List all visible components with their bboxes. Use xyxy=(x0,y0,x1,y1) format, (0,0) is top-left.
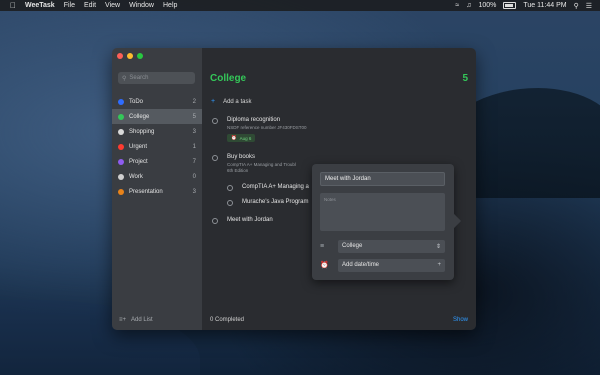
task-title: Meet with Jordan xyxy=(227,217,273,223)
task-item[interactable]: Buy books CompTIA A+ Managing and Troubl… xyxy=(227,154,296,174)
menu-help[interactable]: Help xyxy=(163,2,177,9)
task-title: Diploma recognition xyxy=(227,117,281,123)
menu-bar:  WeeTask File Edit View Window Help ≈ ♫… xyxy=(0,0,600,11)
wifi-icon[interactable]: ≈ xyxy=(455,2,459,9)
search-icon: ⚲ xyxy=(122,75,127,82)
list-task-count: 5 xyxy=(462,73,468,84)
add-date-label: Add date/time xyxy=(342,262,380,268)
list-select[interactable]: College ⇕ xyxy=(338,239,445,253)
add-list-icon: ≡+ xyxy=(119,317,127,323)
task-checkbox[interactable] xyxy=(212,218,218,224)
task-note: CompTIA A+ Managing and Troubl 6th Editi… xyxy=(227,162,296,174)
task-checkbox[interactable] xyxy=(212,155,218,161)
add-list-label: Add List xyxy=(131,317,153,323)
sidebar-item-work[interactable]: Work 0 xyxy=(112,169,202,184)
add-task-button[interactable]: + Add a task xyxy=(211,98,251,105)
add-list-button[interactable]: ≡+ Add List xyxy=(119,317,153,323)
task-title: Buy books xyxy=(227,154,256,160)
list-color-dot xyxy=(118,113,124,120)
app-menu[interactable]: WeeTask xyxy=(25,2,55,9)
battery-icon[interactable] xyxy=(503,2,517,9)
task-title-input[interactable]: Meet with Jordan xyxy=(320,172,445,186)
task-item[interactable]: Meet with Jordan xyxy=(227,217,273,223)
task-checkbox[interactable] xyxy=(212,118,218,124)
list-label: Shopping xyxy=(129,128,155,135)
status-bar: 0 Completed Show xyxy=(202,310,476,330)
list-color-dot xyxy=(118,143,124,150)
sidebar: ⚲ Search ToDo 2 College 5 Shopping 3 Urg… xyxy=(112,48,202,330)
list-color-dot xyxy=(118,98,124,105)
list-selector-row: ≡ College ⇕ xyxy=(320,239,445,253)
updown-chevron-icon: ⇕ xyxy=(435,243,441,250)
sidebar-item-urgent[interactable]: Urgent 1 xyxy=(112,139,202,154)
list-label: College xyxy=(129,113,150,120)
list-color-dot xyxy=(118,173,124,180)
task-detail-popover: Meet with Jordan Notes ≡ College ⇕ ⏰ Add… xyxy=(312,164,454,280)
list-count: 0 xyxy=(192,173,196,180)
menu-list-icon[interactable]: ☰ xyxy=(586,2,592,10)
task-date-tag[interactable]: ⏰ Aug 6 xyxy=(227,134,256,142)
list-label: Work xyxy=(129,173,143,180)
list-collection: ToDo 2 College 5 Shopping 3 Urgent 1 Pro… xyxy=(112,94,202,199)
task-note: NSDF reference number JF430FDST00 xyxy=(227,125,307,130)
volume-icon[interactable]: ♫ xyxy=(466,2,471,9)
sidebar-item-project[interactable]: Project 7 xyxy=(112,154,202,169)
zoom-window-button[interactable] xyxy=(137,53,143,59)
list-count: 1 xyxy=(192,143,196,150)
date-row: ⏰ Add date/time + xyxy=(320,258,445,272)
search-placeholder: Search xyxy=(129,75,149,81)
sidebar-item-presentation[interactable]: Presentation 3 xyxy=(112,184,202,199)
notes-placeholder: Notes xyxy=(324,197,336,202)
show-completed-button[interactable]: Show xyxy=(453,317,468,323)
list-icon: ≡ xyxy=(320,242,325,250)
subtask-item[interactable]: CompTIA A+ Managing a xyxy=(242,184,309,190)
apple-menu-icon[interactable]:  xyxy=(10,1,16,10)
list-label: Project xyxy=(129,158,148,165)
window-controls xyxy=(117,53,143,59)
menu-file[interactable]: File xyxy=(64,2,75,9)
list-title: College xyxy=(210,73,247,84)
notes-field[interactable]: Notes xyxy=(320,193,445,231)
subtask-checkbox[interactable] xyxy=(227,200,233,206)
menu-window[interactable]: Window xyxy=(129,2,154,9)
list-label: Urgent xyxy=(129,143,148,150)
plus-icon: + xyxy=(211,98,216,105)
add-date-button[interactable]: Add date/time + xyxy=(338,258,445,272)
alarm-clock-icon: ⏰ xyxy=(231,135,237,140)
menu-edit[interactable]: Edit xyxy=(84,2,96,9)
subtask-title: Murache's Java Program xyxy=(242,199,309,205)
search-icon[interactable]: ⚲ xyxy=(574,2,579,10)
list-count: 7 xyxy=(192,158,196,165)
list-count: 3 xyxy=(192,188,196,195)
task-note-line: 6th Edition xyxy=(227,168,249,173)
list-select-value: College xyxy=(342,243,363,249)
subtask-checkbox[interactable] xyxy=(227,185,233,191)
task-date: Aug 6 xyxy=(239,135,252,141)
list-color-dot xyxy=(118,158,124,165)
task-item[interactable]: Diploma recognition NSDF reference numbe… xyxy=(227,117,307,142)
list-label: Presentation xyxy=(129,188,163,195)
sidebar-item-college[interactable]: College 5 xyxy=(112,109,202,124)
subtask-item[interactable]: Murache's Java Program xyxy=(242,199,309,205)
list-label: ToDo xyxy=(129,98,144,105)
sidebar-item-shopping[interactable]: Shopping 3 xyxy=(112,124,202,139)
close-window-button[interactable] xyxy=(117,53,123,59)
list-count: 2 xyxy=(192,98,196,105)
completed-count: 0 Completed xyxy=(210,317,245,323)
menu-view[interactable]: View xyxy=(105,2,120,9)
plus-icon: + xyxy=(437,262,441,268)
add-task-label: Add a task xyxy=(223,98,252,105)
sidebar-item-todo[interactable]: ToDo 2 xyxy=(112,94,202,109)
search-field[interactable]: ⚲ Search xyxy=(118,72,195,84)
minimize-window-button[interactable] xyxy=(127,53,133,59)
list-count: 3 xyxy=(192,128,196,135)
list-color-dot xyxy=(118,188,124,195)
battery-percent[interactable]: 100% xyxy=(478,2,496,9)
subtask-title: CompTIA A+ Managing a xyxy=(242,184,309,190)
list-count: 5 xyxy=(192,113,196,120)
clock[interactable]: Tue 11:44 PM xyxy=(523,2,566,9)
list-color-dot xyxy=(118,128,124,135)
alarm-clock-icon: ⏰ xyxy=(320,262,329,269)
